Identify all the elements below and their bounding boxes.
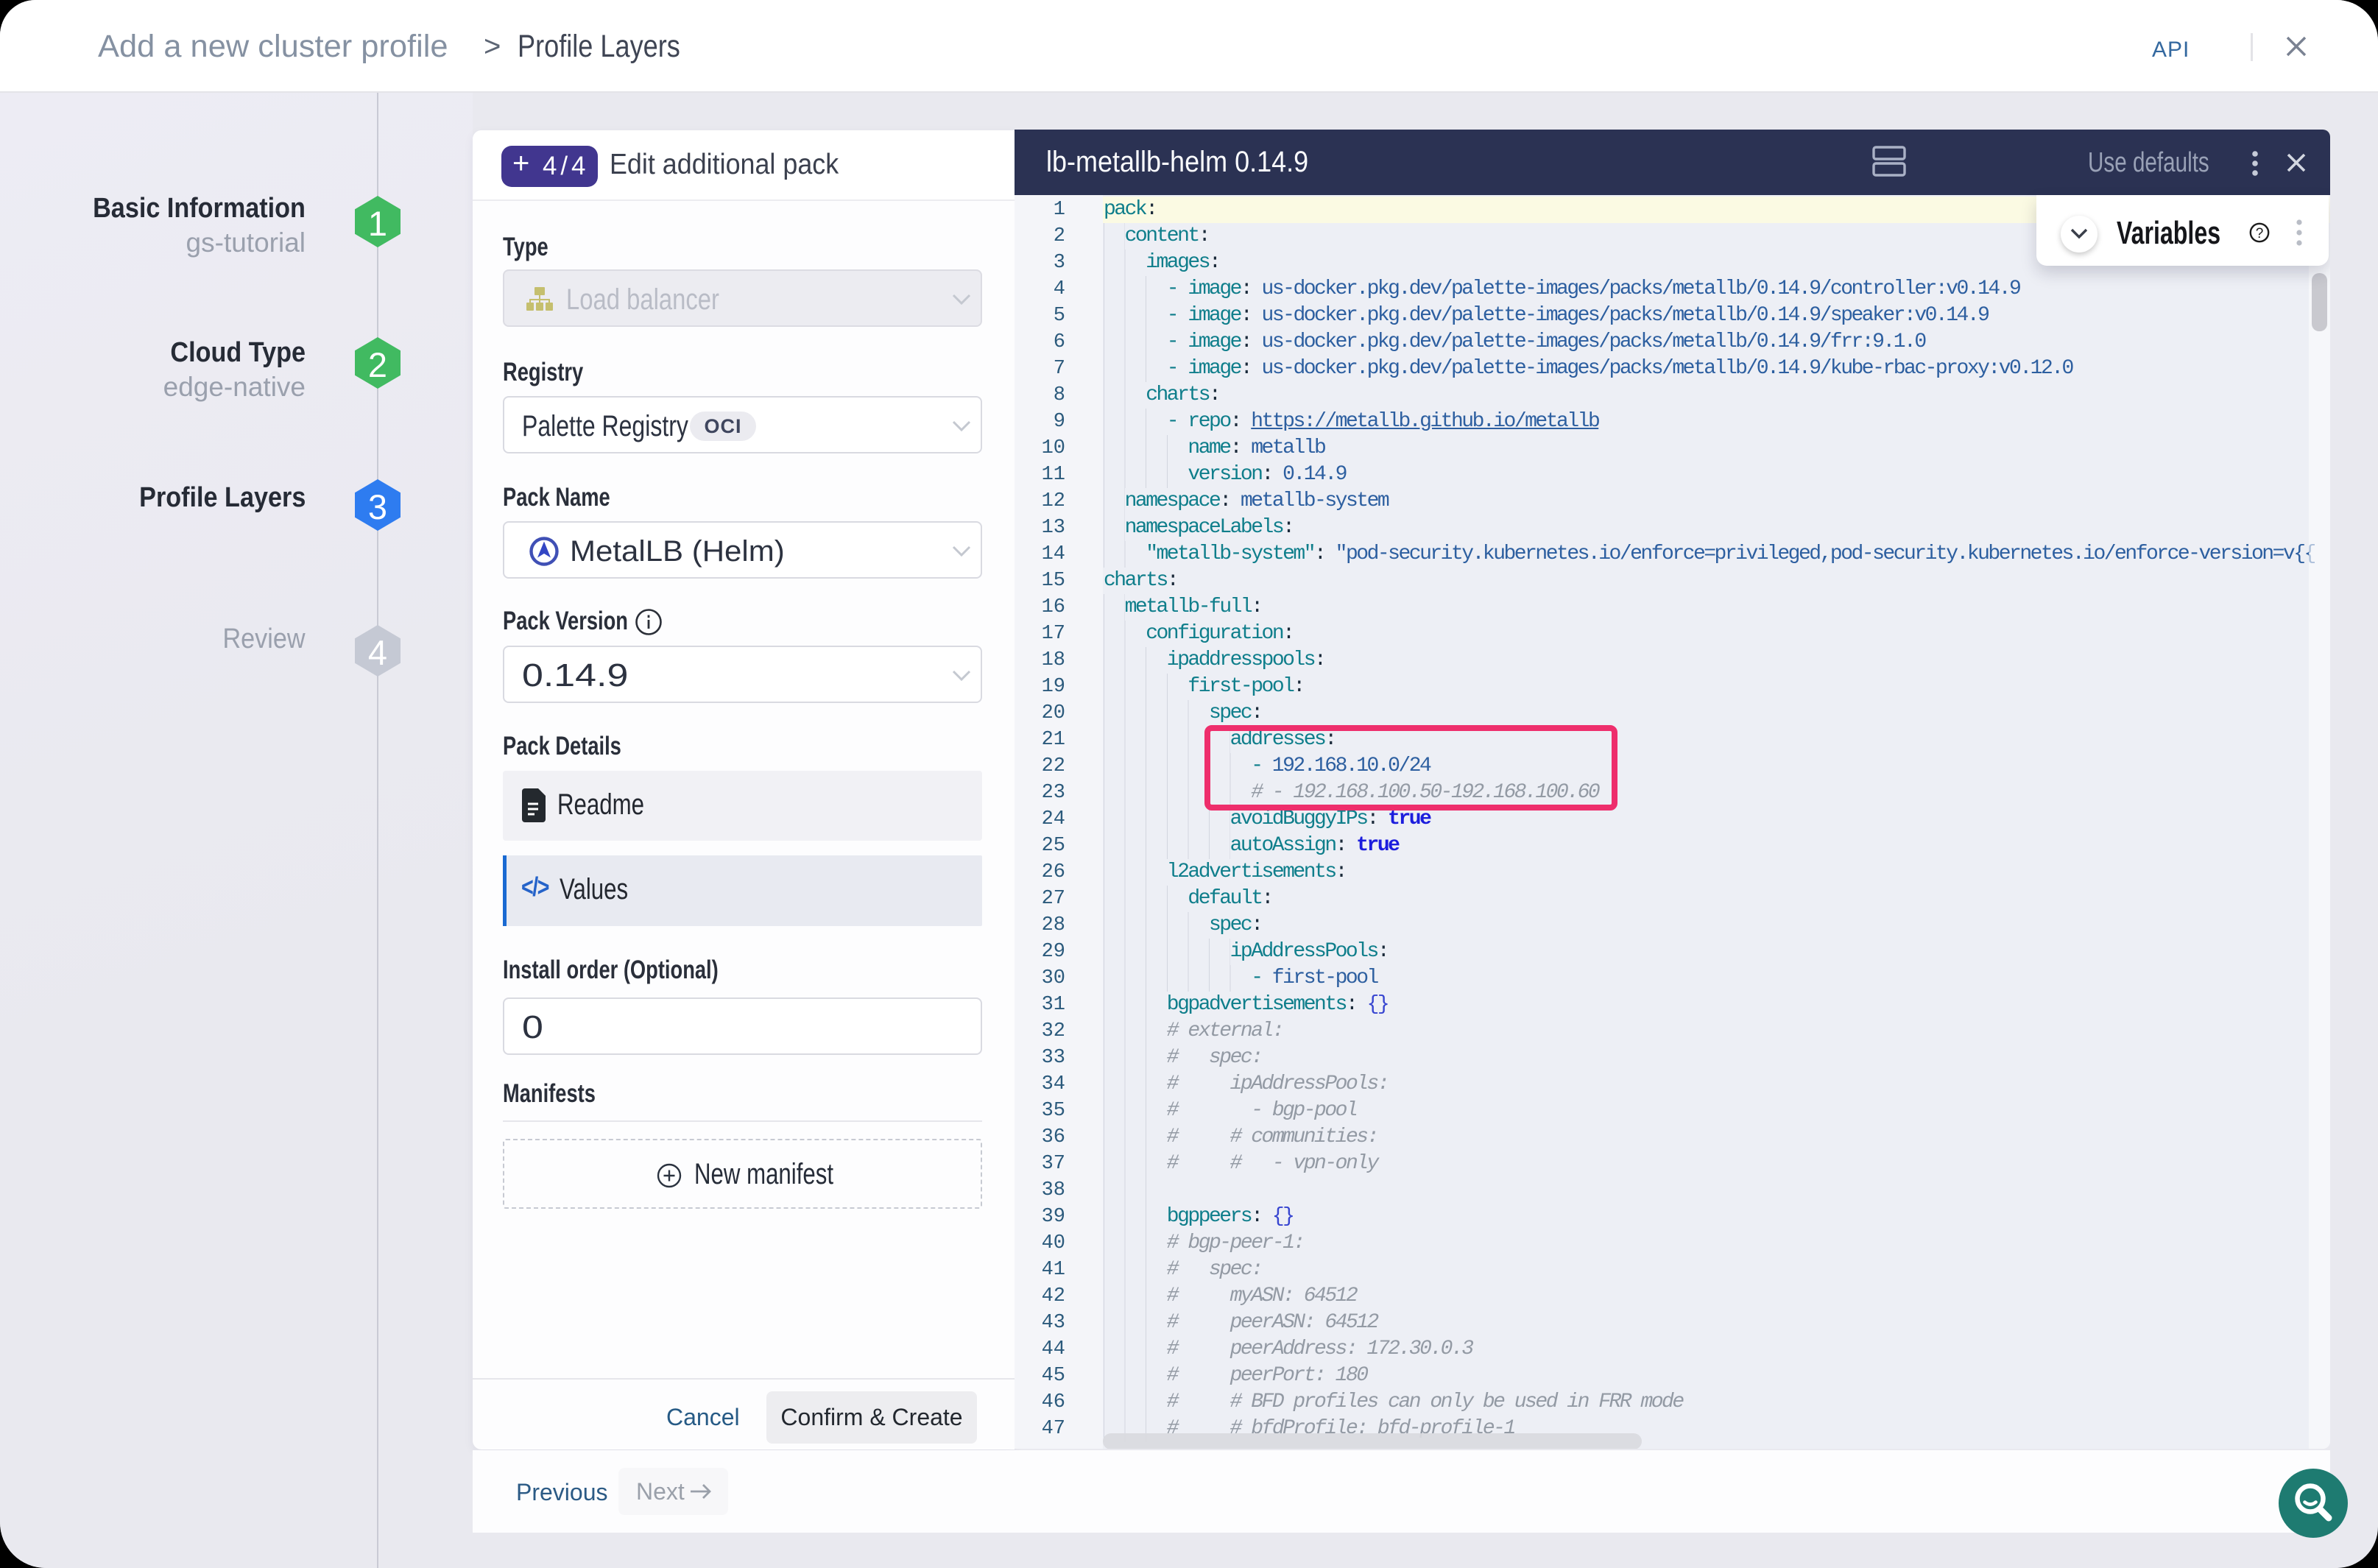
svg-text:?: ? — [2256, 226, 2264, 241]
